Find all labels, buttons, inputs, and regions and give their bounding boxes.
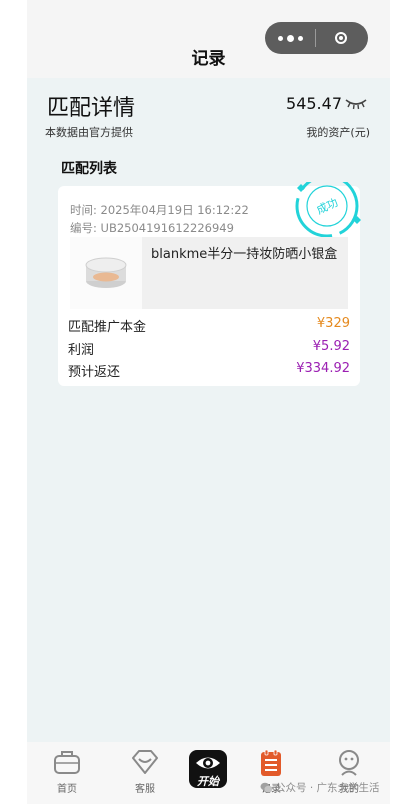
- profit-row: 利润 ¥5.92: [68, 339, 350, 358]
- principal-label: 匹配推广本金: [68, 320, 147, 335]
- card-bottom-edge: [58, 383, 360, 389]
- notepad-icon: [261, 749, 281, 776]
- watermark: 公众号 · 广东大学生活: [260, 780, 380, 795]
- close-miniprogram-button[interactable]: [316, 32, 366, 44]
- profile-icon: [339, 750, 359, 776]
- top-navigation-bar: 记录: [27, 0, 390, 78]
- tab-service-label: 客服: [135, 784, 155, 795]
- more-dot-icon: [286, 34, 294, 42]
- start-button-label: 开始: [197, 775, 219, 788]
- wechat-icon: [260, 782, 273, 793]
- success-stamp-icon: 成功: [295, 182, 361, 238]
- diamond-icon: [132, 750, 158, 774]
- eye-icon: [196, 757, 220, 769]
- more-menu-button[interactable]: [265, 34, 315, 42]
- more-dot-icon: [297, 35, 303, 41]
- expected-return-row: 预计返还 ¥334.92: [68, 361, 350, 380]
- start-button[interactable]: 开始: [189, 750, 227, 788]
- profit-label: 利润: [68, 343, 95, 358]
- match-time: 时间: 2025年04月19日 16:12:22: [70, 203, 249, 217]
- product-thumbnail: [70, 237, 142, 309]
- expected-return-label: 预计返还: [68, 365, 121, 380]
- eye-closed-icon[interactable]: [344, 97, 368, 111]
- total-assets: 545.47: [286, 94, 368, 113]
- total-assets-value: 545.47: [286, 94, 342, 113]
- product-name: blankme半分一持妆防晒小银盒: [151, 247, 338, 262]
- principal-value: ¥329: [316, 316, 350, 331]
- tab-home-label: 首页: [57, 784, 77, 795]
- match-order-id: 编号: UB2504191612226949: [70, 221, 234, 235]
- product-block[interactable]: blankme半分一持妆防晒小银盒: [70, 237, 348, 309]
- data-source-note: 本数据由官方提供: [45, 126, 133, 139]
- briefcase-icon: [54, 751, 80, 774]
- match-list-title: 匹配列表: [61, 161, 117, 177]
- mini-program-capsule: [265, 22, 368, 54]
- principal-row: 匹配推广本金 ¥329: [68, 316, 350, 335]
- more-dot-icon: [277, 35, 283, 41]
- expected-return-value: ¥334.92: [296, 361, 350, 376]
- cushion-compact-image: [70, 237, 142, 309]
- assets-label: 我的资产(元): [306, 126, 370, 139]
- app-screen: 记录 匹配详情 本数据由官方提供 545.47 我的资产(元) 匹配列表 时间:…: [27, 0, 390, 804]
- profit-value: ¥5.92: [312, 339, 350, 354]
- watermark-text: 公众号 · 广东大学生活: [275, 782, 380, 794]
- match-details-heading: 匹配详情: [47, 96, 136, 121]
- stamp-text: 成功: [314, 196, 339, 217]
- match-card[interactable]: 时间: 2025年04月19日 16:12:22 编号: UB250419161…: [58, 182, 361, 389]
- target-circle-icon: [335, 32, 347, 44]
